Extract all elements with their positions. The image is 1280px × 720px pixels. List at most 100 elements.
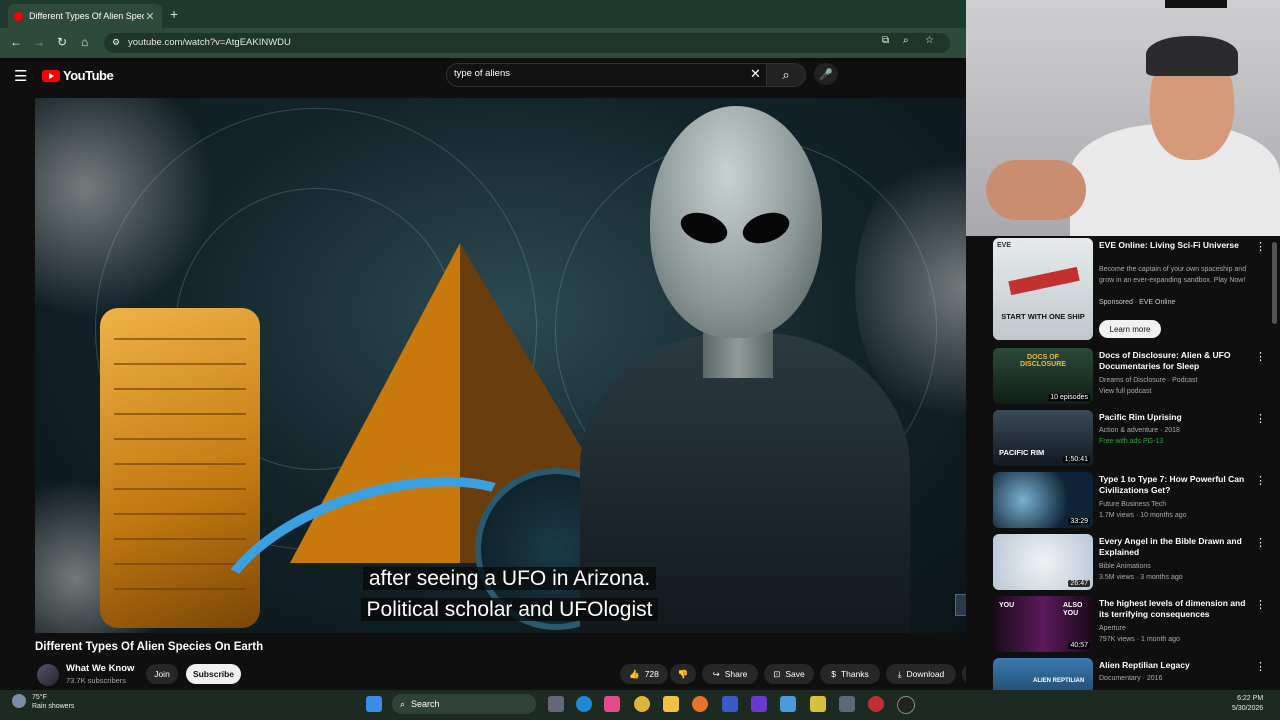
reload-icon[interactable]: ↻ — [57, 35, 67, 49]
search-input[interactable]: type of aliens — [454, 68, 510, 79]
more-options-icon[interactable]: ⋮ — [1255, 474, 1266, 487]
duration: 1:50:41 — [1062, 456, 1090, 463]
system-clock[interactable]: 6:22 PM 5/30/2026 — [1232, 694, 1263, 714]
sponsored-item[interactable]: EVE START WITH ONE SHIP EVE Online: Livi… — [993, 238, 1273, 344]
share-button[interactable]: ↪ Share — [702, 664, 758, 684]
item-meta: 797K views · 1 month ago — [1099, 636, 1180, 643]
thumbnail[interactable]: 33:29 — [993, 472, 1093, 528]
item-title[interactable]: Alien Reptilian Legacy — [1099, 660, 1247, 671]
more-options-icon[interactable]: ⋮ — [1255, 412, 1266, 425]
browser-tab[interactable]: Different Types Of Alien Species ✕ — [8, 4, 162, 28]
podcast-item[interactable]: DOCS OF DISCLOSURE 10 episodes Docs of D… — [993, 348, 1273, 406]
thumbnail[interactable]: ALIEN REPTILIAN — [993, 658, 1093, 690]
thanks-button[interactable]: $ Thanks — [820, 664, 880, 684]
item-title[interactable]: Pacific Rim Uprising — [1099, 412, 1247, 423]
more-options-icon[interactable]: ⋮ — [1255, 350, 1266, 363]
file-explorer-icon[interactable] — [663, 696, 679, 712]
more-options-icon[interactable]: ⋮ — [1255, 598, 1266, 611]
bookmark-icon: ⊡ — [773, 668, 781, 679]
more-options-icon[interactable]: ⋮ — [1255, 660, 1266, 673]
subscribe-button[interactable]: Subscribe — [186, 664, 241, 684]
thumb-text: ALIEN REPTILIAN — [1033, 678, 1085, 684]
like-count: 728 — [644, 669, 659, 679]
taskbar-search[interactable]: ⌕ Search — [392, 694, 536, 714]
channel-avatar[interactable] — [37, 664, 59, 686]
close-tab-icon[interactable]: ✕ — [144, 10, 156, 23]
site-info-icon[interactable]: ⚙ — [112, 37, 120, 48]
thumb-text: DOCS OF DISCLOSURE — [1020, 354, 1066, 368]
zoom-icon[interactable]: ⌕ — [903, 35, 909, 46]
save-label: Save — [785, 669, 805, 679]
item-title[interactable]: The highest levels of dimension and its … — [1099, 598, 1247, 620]
vpn-icon[interactable] — [722, 696, 738, 712]
more-options-icon[interactable]: ⋮ — [1255, 240, 1266, 253]
bookmark-star-icon[interactable]: ☆ — [925, 35, 934, 46]
copilot-icon[interactable] — [604, 696, 620, 712]
thumb-brand: EVE — [997, 242, 1012, 249]
voice-search-icon[interactable]: 🎤 — [814, 63, 838, 85]
item-description: Become the captain of your own spaceship… — [1099, 266, 1247, 284]
new-tab-button[interactable]: + — [170, 6, 178, 22]
item-title[interactable]: EVE Online: Living Sci-Fi Universe — [1099, 240, 1247, 251]
app-icon-red[interactable] — [868, 696, 884, 712]
item-channel: Bible Animations — [1099, 563, 1151, 570]
item-title[interactable]: Type 1 to Type 7: How Powerful Can Civil… — [1099, 474, 1247, 496]
video-item[interactable]: 26:47 Every Angel in the Bible Drawn and… — [993, 534, 1273, 592]
download-label: Download — [906, 669, 945, 679]
media-player-icon[interactable] — [897, 696, 915, 714]
item-meta: Sponsored · EVE Online — [1099, 299, 1176, 306]
video-item[interactable]: YOU ALSO YOU 40:57 The highest levels of… — [993, 596, 1273, 654]
join-button[interactable]: Join — [146, 664, 178, 684]
start-menu-icon[interactable] — [366, 696, 382, 712]
item-channel: Aperture — [1099, 625, 1126, 632]
download-button[interactable]: ⤓ Download — [886, 664, 956, 684]
home-icon[interactable]: ⌂ — [81, 35, 88, 49]
back-icon[interactable]: ← — [10, 35, 22, 49]
thumbnail[interactable]: PACIFIC RIM 1:50:41 — [993, 410, 1093, 466]
url-text[interactable]: youtube.com/watch?v=AtgEAKINWDU — [128, 37, 291, 48]
movie-item[interactable]: ALIEN REPTILIAN Alien Reptilian Legacy D… — [993, 658, 1273, 690]
app-icon-orange[interactable] — [692, 696, 708, 712]
thumb-text: PACIFIC RIM — [999, 448, 1045, 457]
channel-name[interactable]: What We Know — [66, 663, 134, 674]
search-button[interactable]: ⌕ — [766, 63, 806, 87]
menu-icon[interactable]: ☰ — [14, 67, 27, 85]
thumbnail[interactable]: EVE START WITH ONE SHIP — [993, 238, 1093, 340]
item-meta: 3.5M views · 3 months ago — [1099, 574, 1183, 581]
settings-icon[interactable] — [839, 696, 855, 712]
thanks-icon: $ — [831, 669, 836, 679]
video-player[interactable]: after seeing a UFO in Arizona. Political… — [35, 98, 984, 633]
youtube-logo[interactable]: YouTube — [42, 68, 114, 83]
chrome-icon[interactable] — [634, 696, 650, 712]
like-button[interactable]: 👍 728 — [620, 664, 668, 684]
sidebar-scrollbar[interactable] — [1272, 242, 1277, 324]
save-button[interactable]: ⊡ Save — [764, 664, 814, 684]
ship-graphic — [1008, 266, 1080, 296]
more-options-icon[interactable]: ⋮ — [1255, 536, 1266, 549]
forward-icon[interactable]: → — [33, 35, 45, 49]
item-title[interactable]: Every Angel in the Bible Drawn and Expla… — [1099, 536, 1247, 558]
weather-desc: Rain showers — [32, 703, 75, 710]
app-icon-blue[interactable] — [780, 696, 796, 712]
task-view-icon[interactable] — [548, 696, 564, 712]
video-item[interactable]: 33:29 Type 1 to Type 7: How Powerful Can… — [993, 472, 1273, 530]
edge-browser-icon[interactable] — [576, 696, 592, 712]
clear-search-icon[interactable]: ✕ — [750, 66, 761, 82]
weather-icon — [12, 694, 26, 708]
item-meta[interactable]: View full podcast — [1099, 386, 1151, 397]
thumbnail[interactable]: 26:47 — [993, 534, 1093, 590]
install-app-icon[interactable]: ⧉ — [882, 35, 889, 46]
webcam-object — [1165, 0, 1227, 8]
learn-more-button[interactable]: Learn more — [1099, 320, 1161, 338]
video-captions: after seeing a UFO in Arizona. Political… — [35, 564, 984, 626]
clock-time: 6:22 PM — [1237, 695, 1264, 702]
app-icon-purple[interactable] — [751, 696, 767, 712]
thumbnail[interactable]: DOCS OF DISCLOSURE 10 episodes — [993, 348, 1093, 404]
movie-item[interactable]: PACIFIC RIM 1:50:41 Pacific Rim Uprising… — [993, 410, 1273, 468]
thumbnail[interactable]: YOU ALSO YOU 40:57 — [993, 596, 1093, 652]
caption-line-1: after seeing a UFO in Arizona. — [362, 567, 657, 590]
item-title[interactable]: Docs of Disclosure: Alien & UFO Document… — [1099, 350, 1247, 372]
youtube-play-icon — [42, 69, 60, 82]
dislike-button[interactable]: 👎 — [670, 664, 696, 684]
app-icon-yellow[interactable] — [810, 696, 826, 712]
